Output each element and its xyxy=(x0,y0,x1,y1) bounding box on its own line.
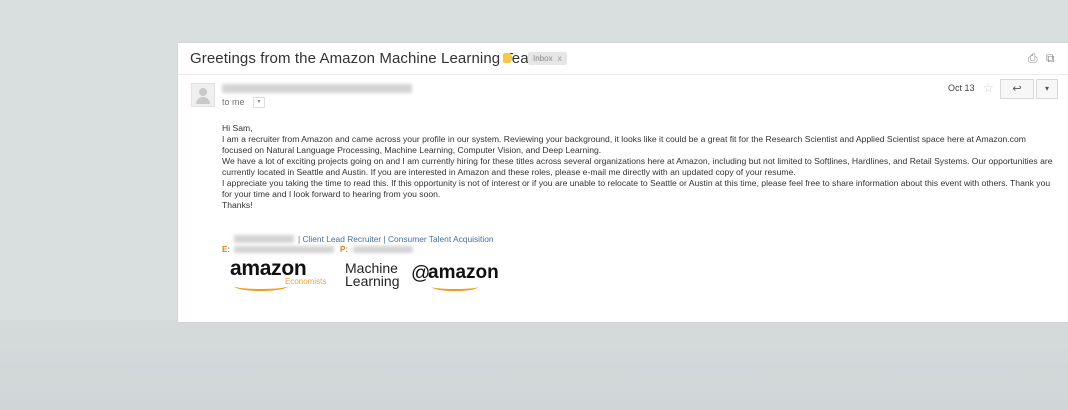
amazon-smile-icon xyxy=(432,283,478,291)
reply-button[interactable]: ↩ xyxy=(1000,79,1034,99)
email-subject: Greetings from the Amazon Machine Learni… xyxy=(190,50,546,67)
ml-logo-amazon: amazon xyxy=(428,262,499,283)
body-line: I appreciate you taking the time to read… xyxy=(222,178,1051,199)
amazon-smile-icon xyxy=(234,281,288,291)
sender-avatar xyxy=(191,83,215,107)
body-line: Thanks! xyxy=(222,200,253,210)
new-window-icon[interactable]: ⧉ xyxy=(1046,51,1055,66)
recruiter-email-redacted[interactable] xyxy=(234,246,334,253)
subject-bar: Greetings from the Amazon Machine Learni… xyxy=(178,43,1068,75)
star-icon[interactable]: ☆ xyxy=(983,81,994,95)
label-chip-inbox[interactable]: Inbox x xyxy=(528,52,567,65)
label-chip-close-icon[interactable]: x xyxy=(558,54,562,63)
body-line: Hi Sam, xyxy=(222,123,253,133)
recruiter-phone-redacted xyxy=(353,246,413,253)
body-line: I am a recruiter from Amazon and came ac… xyxy=(222,134,1026,155)
print-icon[interactable]: ⎙ xyxy=(1028,51,1038,66)
signature-title: | Client Lead Recruiter | Consumer Talen… xyxy=(298,234,494,244)
email-date: Oct 13 xyxy=(948,83,975,93)
signature-email-prefix: E: xyxy=(222,245,230,254)
more-actions-button[interactable]: ▾ xyxy=(1036,79,1058,99)
to-me-text: to me xyxy=(222,97,245,107)
body-line: We have a lot of exciting projects going… xyxy=(222,156,1053,177)
email-body: Hi Sam, I am a recruiter from Amazon and… xyxy=(222,123,1058,211)
economists-logo-text: Economists xyxy=(285,277,327,286)
ml-logo-learning: Learning xyxy=(345,273,400,289)
signature-phone-prefix: P: xyxy=(340,245,348,254)
email-card: Greetings from the Amazon Machine Learni… xyxy=(178,43,1068,322)
recruiter-name-redacted xyxy=(234,235,294,243)
sender-name-redacted[interactable] xyxy=(222,84,412,93)
background-shade xyxy=(0,320,1068,410)
label-chip-text: Inbox xyxy=(533,54,553,63)
recipient-details-dropdown-icon[interactable]: ▾ xyxy=(253,97,265,108)
